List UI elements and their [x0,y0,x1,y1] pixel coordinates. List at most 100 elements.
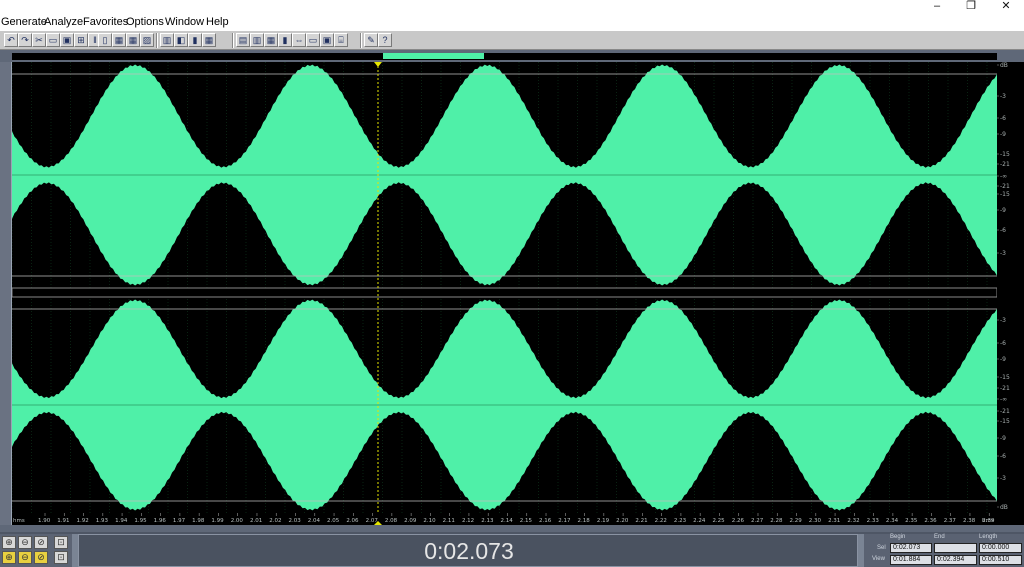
view-end-field[interactable]: 0:02.394 [934,555,977,565]
time-ruler-end-label: hms [982,518,994,524]
save-all-icon[interactable]: ▦ [126,33,140,47]
loop-icon[interactable]: ⇔ [292,33,306,47]
db-label: -9 [1000,435,1006,442]
paste-icon[interactable]: ▣ [60,33,74,47]
meter-icon[interactable]: ▮ [188,33,202,47]
time-tick-label: 1.90 [38,518,51,524]
time-tick-label: 2.02 [269,518,281,524]
menu-favorites[interactable]: Favorites [83,16,128,28]
end-header: End [934,534,945,540]
zoom-out-full-icon[interactable]: ⊖ [18,536,32,549]
time-tick-label: 2.36 [924,518,937,524]
sel-begin-field[interactable]: 0:02.073 [890,543,932,553]
db-label: -3 [1000,250,1006,257]
close-button[interactable]: ✕ [988,0,1024,14]
time-tick-label: 2.15 [520,518,533,524]
time-tick-label: 2.34 [886,518,899,524]
time-tick-label: 1.93 [96,518,109,524]
bars-icon[interactable]: ◧ [174,33,188,47]
grid-icon[interactable]: ▦ [202,33,216,47]
export-icon[interactable]: ▨ [140,33,154,47]
help-icon[interactable]: ? [378,33,392,47]
time-tick-label: 2.37 [944,518,957,524]
redo-icon[interactable]: ↷ [18,33,32,47]
db-label: -∞ [1000,396,1007,403]
title-bar: – ❐ ✕ [0,0,1024,14]
time-tick-label: 1.94 [115,518,128,524]
db-label: -6 [1000,115,1006,122]
time-tick-label: 1.92 [77,518,89,524]
silence-icon[interactable]: ▯ [98,33,112,47]
db-label: -15 [1000,191,1010,198]
time-tick-label: 2.09 [404,518,417,524]
time-tick-label: 2.35 [905,518,918,524]
cut-icon[interactable]: ✂ [32,33,46,47]
time-tick-label: 2.18 [578,518,591,524]
cue-icon[interactable]: ▣ [320,33,334,47]
db-label: -15 [1000,151,1010,158]
sel-end-field[interactable] [934,543,977,553]
zoom-out-vertical-icon[interactable]: ⊖ [18,551,32,564]
menu-generate[interactable]: Generate [1,16,47,28]
time-tick-label: 2.19 [597,518,610,524]
waveform-view-icon[interactable]: ▤ [236,33,250,47]
time-tick-label: 2.13 [481,518,494,524]
time-tick-label: 2.22 [655,518,667,524]
time-display-box: 0:02.073 [78,534,858,567]
time-tick-label: 2.24 [693,518,706,524]
play-list-icon[interactable]: ⌸ [334,33,348,47]
time-tick-label: 2.31 [828,518,840,524]
menu-analyze[interactable]: Analyze [44,16,83,28]
marker-icon[interactable]: ▮ [278,33,292,47]
snap-icon[interactable]: ▭ [306,33,320,47]
restore-button[interactable]: ❐ [953,0,989,14]
copy-icon[interactable]: ▭ [46,33,60,47]
begin-header: Begin [890,534,906,540]
time-tick-label: 2.28 [770,518,783,524]
zoom-in-full-icon[interactable]: ⊕ [2,536,16,549]
db-label: -6 [1000,227,1006,234]
db-label: -15 [1000,374,1010,381]
menu-options[interactable]: Options [126,16,164,28]
minimize-button[interactable]: – [919,0,955,14]
zoom-reset-icon[interactable]: ⊡ [54,551,68,564]
zoom-fit-icon[interactable]: ⊡ [54,536,68,549]
db-label: -9 [1000,356,1006,363]
db-label: -15 [1000,418,1010,425]
zoom-sel-icon[interactable]: ⊘ [34,551,48,564]
zoom-in-vertical-icon[interactable]: ⊕ [2,551,16,564]
save-icon[interactable]: ▦ [112,33,126,47]
time-tick-label: 2.16 [539,518,552,524]
spectral-icon[interactable]: ▥ [160,33,174,47]
time-tick-label: 2.38 [963,518,976,524]
time-tick-label: 1.95 [134,518,147,524]
undo-icon[interactable]: ↶ [4,33,18,47]
menu-help[interactable]: Help [206,16,229,28]
settings-icon[interactable]: ✎ [364,33,378,47]
db-label: -6 [1000,340,1006,347]
time-ruler[interactable]: hms 1.90 1.91 1.92 1.93 1.94 1.95 1.96 1.97 1.98 1… [12,513,997,525]
view-begin-field[interactable]: 0:01.884 [890,555,932,565]
sel-length-field[interactable]: 0:00.000 [979,543,1022,553]
zoom-out-icon[interactable]: ⊘ [34,536,48,549]
overview-bar[interactable] [12,53,997,60]
time-tick-label: 1.99 [211,518,224,524]
playhead-marker-icon [374,62,382,67]
time-tick-label: 2.20 [616,518,629,524]
overview-view-range[interactable] [383,53,484,59]
db-label: -3 [1000,93,1006,100]
time-tick-label: 2.06 [346,518,359,524]
time-tick-label: 1.98 [192,518,205,524]
db-label: -3 [1000,317,1006,324]
menu-window[interactable]: Window [165,16,204,28]
time-tick-label: 2.05 [327,518,340,524]
mix-paste-icon[interactable]: ⊞ [74,33,88,47]
spectral-view-icon[interactable]: ▥ [250,33,264,47]
time-tick-label: 2.27 [751,518,764,524]
db-label: -9 [1000,207,1006,214]
view-length-field[interactable]: 0:00.510 [979,555,1022,565]
stereo-view-icon[interactable]: ▦ [264,33,278,47]
waveform-display[interactable] [12,62,997,525]
db-label: -21 [1000,408,1010,415]
time-tick-label: 2.11 [443,518,455,524]
